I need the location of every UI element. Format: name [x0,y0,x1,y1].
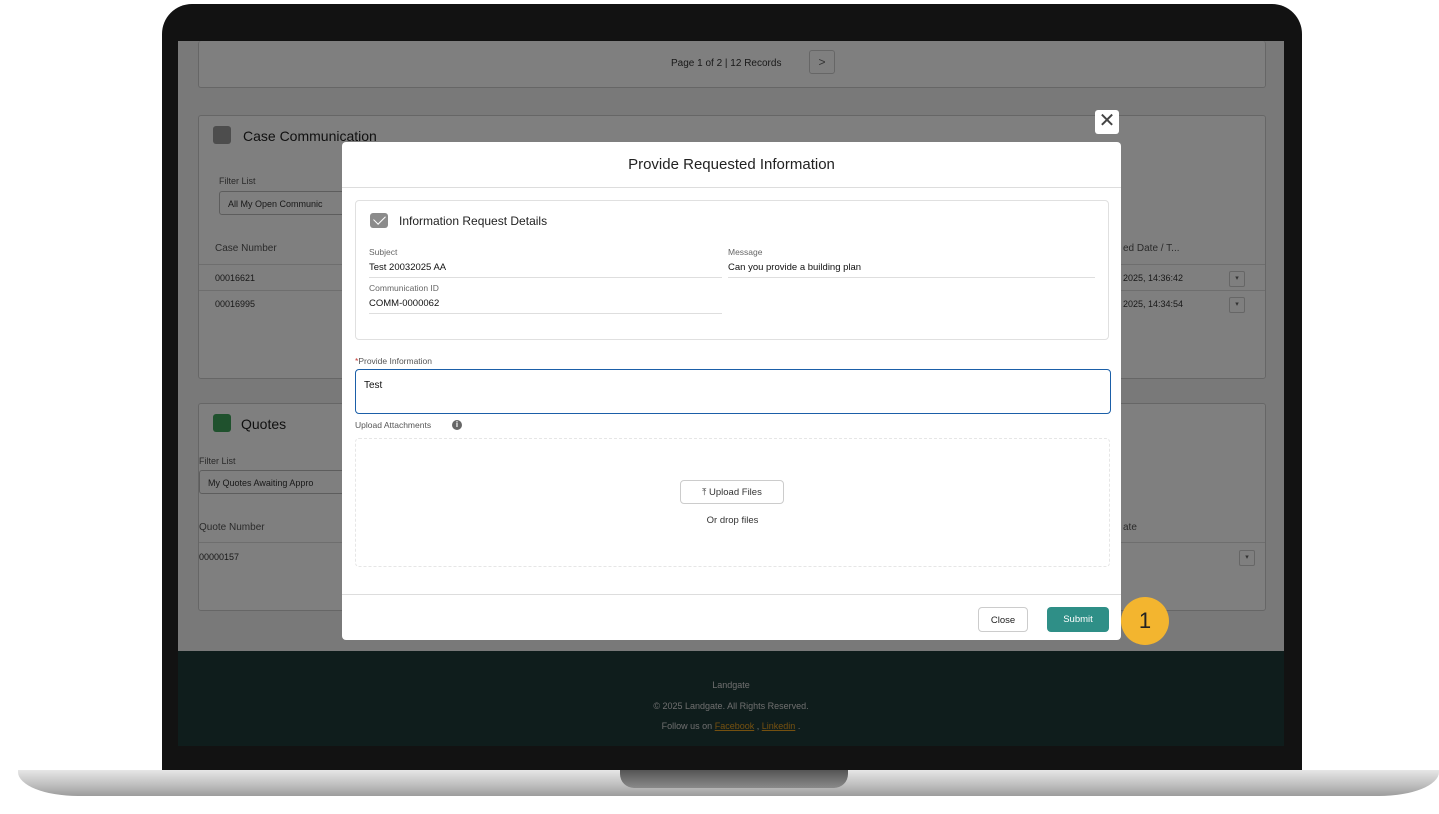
upload-icon: ⤒ [702,487,710,498]
message-value: Can you provide a building plan [728,262,862,273]
screen: Page 1 of 2 | 12 Records > Case Communic… [178,41,1284,746]
provide-information-label: *Provide Information [355,356,432,366]
step-number-badge: 1 [1121,597,1169,645]
communication-id-underline [369,313,722,314]
provide-information-label-text: Provide Information [358,356,433,366]
envelope-icon [370,213,388,228]
upload-attachments-label: Upload Attachments [355,420,432,430]
communication-id-label: Communication ID [369,283,439,293]
information-request-details: Information Request Details Subject Test… [355,200,1109,340]
close-icon[interactable]: ✕ [1095,110,1119,134]
close-button[interactable]: Close [978,607,1028,632]
message-label: Message [728,247,763,257]
details-title: Information Request Details [399,214,548,228]
laptop-notch [620,770,848,788]
info-icon[interactable]: i [452,420,462,430]
communication-id-value: COMM-0000062 [369,298,440,309]
upload-files-button[interactable]: ⤒ Upload Files [680,480,784,504]
provide-information-textarea[interactable]: Test [355,369,1111,414]
modal-title: Provide Requested Information [342,142,1121,188]
file-dropzone[interactable]: ⤒ Upload Files Or drop files [355,438,1110,567]
modal-footer: Close Submit [342,594,1121,641]
upload-files-label: Upload Files [709,487,762,498]
message-underline [728,277,1095,278]
drop-files-text: Or drop files [706,515,759,526]
submit-button[interactable]: Submit [1047,607,1109,632]
subject-label: Subject [369,247,398,257]
subject-underline [369,277,722,278]
provide-information-modal: Provide Requested Information Informatio… [342,142,1121,640]
subject-value: Test 20032025 AA [369,262,447,273]
